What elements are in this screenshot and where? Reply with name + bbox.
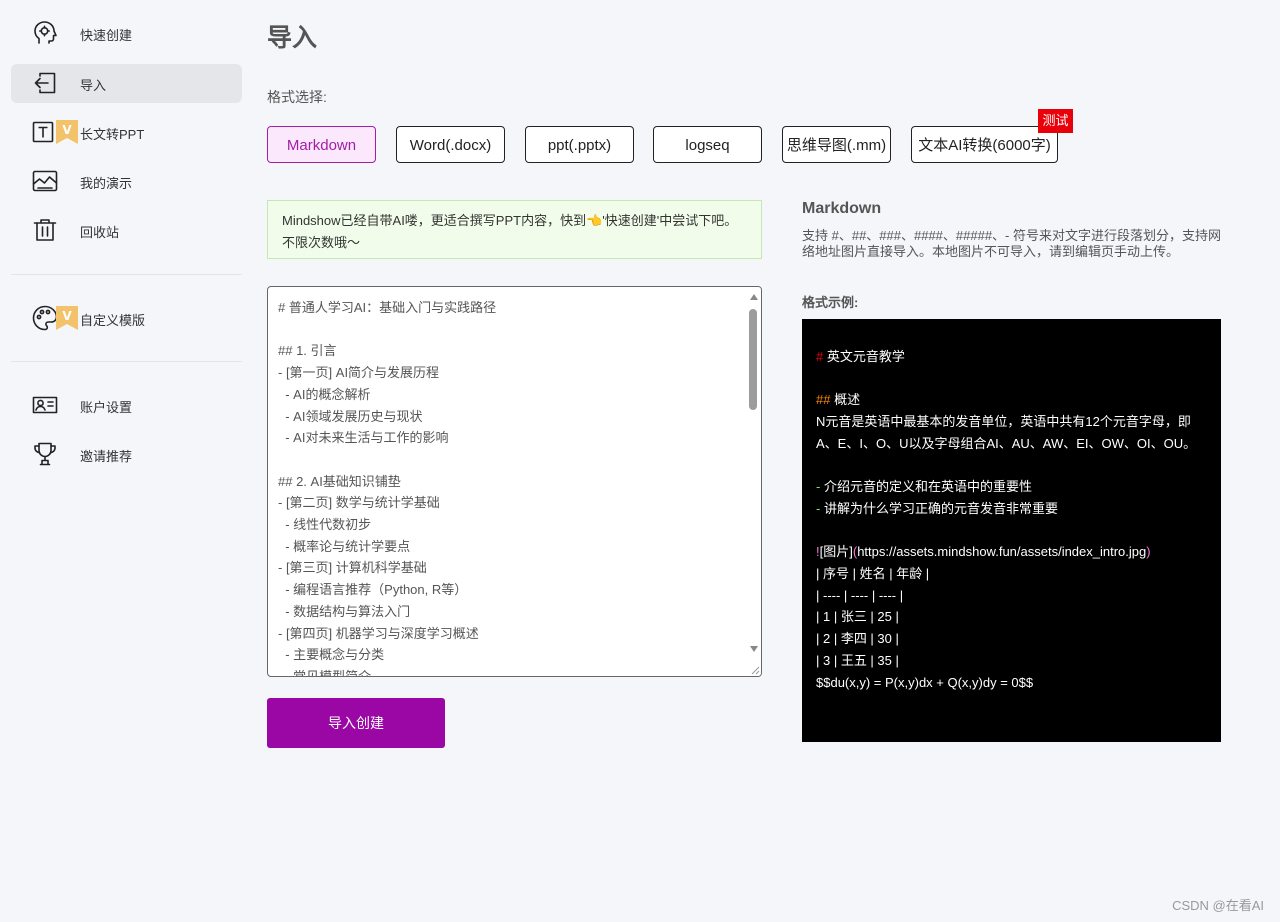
example-list-item: - 介绍元音的定义和在英语中的重要性 xyxy=(816,479,1032,495)
trophy-icon xyxy=(30,439,60,469)
help-title: Markdown xyxy=(802,200,882,217)
sidebar-item-recycle-bin[interactable]: 回收站 xyxy=(11,211,242,250)
format-mindmap-button[interactable]: 思维导图(.mm) xyxy=(782,126,891,163)
id-card-icon xyxy=(30,390,60,420)
sidebar-item-import[interactable]: 导入 xyxy=(11,64,242,103)
example-paragraph: N元音是英语中最基本的发音单位，英语中共有12个元音字母，即A、E、I、O、U以… xyxy=(816,414,1197,451)
sidebar: 快速创建 导入 V 长文转PPT 我的演示 回收站 V 自定义模版 账户设置 邀… xyxy=(0,0,254,922)
brain-head-icon xyxy=(30,18,60,48)
sidebar-item-label: 回收站 xyxy=(80,225,120,240)
format-logseq-button[interactable]: logseq xyxy=(653,126,762,163)
editor-content[interactable]: # 普通人学习AI：基础入门与实践路径 ## 1. 引言 - [第一页] AI简… xyxy=(268,287,761,676)
example-formula: $$du(x,y) = P(x,y)dx + Q(x,y)dy = 0$$ xyxy=(816,674,1034,690)
format-word-button[interactable]: Word(.docx) xyxy=(396,126,505,163)
example-table-row: | 1 | 张三 | 25 | xyxy=(816,609,899,625)
sidebar-item-label: 账户设置 xyxy=(80,400,133,415)
sidebar-item-quick-create[interactable]: 快速创建 xyxy=(11,14,242,53)
vip-badge-icon: V xyxy=(56,120,78,144)
svg-text:V: V xyxy=(62,123,72,137)
scroll-up-arrow-icon[interactable] xyxy=(750,294,758,300)
sidebar-item-invite[interactable]: 邀请推荐 xyxy=(11,435,242,474)
watermark: CSDN @在看AI xyxy=(1172,898,1264,913)
import-create-button[interactable]: 导入创建 xyxy=(267,698,445,748)
format-select-label: 格式选择: xyxy=(267,89,327,105)
import-arrow-icon xyxy=(30,68,60,98)
example-table-row: | ---- | ---- | ---- | xyxy=(816,587,904,603)
editor-scrollbar[interactable] xyxy=(747,287,761,676)
format-ai-text-button[interactable]: 文本AI转换(6000字) xyxy=(911,126,1058,163)
sidebar-item-account-settings[interactable]: 账户设置 xyxy=(11,386,242,425)
test-badge: 测试 xyxy=(1038,109,1073,133)
notice-text: Mindshow已经自带AI喽，更适合撰写PPT内容，快到 xyxy=(282,213,587,228)
vip-badge-icon: V xyxy=(56,306,78,330)
example-label: 格式示例: xyxy=(802,295,859,310)
sidebar-divider xyxy=(11,361,242,362)
example-table-row: | 2 | 李四 | 30 | xyxy=(816,631,899,647)
example-table-row: | 3 | 王五 | 35 | xyxy=(816,652,899,668)
example-list-item: - 讲解为什么学习正确的元音发音非常重要 xyxy=(816,500,1058,516)
sidebar-item-label: 导入 xyxy=(80,78,107,93)
example-h2: ## 概述 xyxy=(816,392,861,408)
example-image-link: ![图片](https://assets.mindshow.fun/assets… xyxy=(816,544,1151,560)
sidebar-divider xyxy=(11,274,242,275)
format-example-box: # 英文元音教学 ## 概述 N元音是英语中最基本的发音单位，英语中共有12个元… xyxy=(802,319,1221,742)
trash-icon xyxy=(30,215,60,245)
presentation-chart-icon xyxy=(30,166,60,196)
svg-text:V: V xyxy=(62,309,72,323)
sidebar-item-label: 快速创建 xyxy=(80,28,133,43)
scroll-thumb[interactable] xyxy=(749,309,757,410)
example-h1: # 英文元音教学 xyxy=(816,349,905,364)
sidebar-item-label: 邀请推荐 xyxy=(80,449,133,464)
sidebar-item-label: 自定义模版 xyxy=(80,313,146,328)
scroll-down-arrow-icon[interactable] xyxy=(750,646,758,652)
sidebar-item-label: 长文转PPT xyxy=(80,127,145,142)
sidebar-item-label: 我的演示 xyxy=(80,176,133,191)
resize-grip-icon[interactable] xyxy=(750,665,760,675)
help-description: 支持 #、##、###、####、#####、- 符号来对文字进行段落划分，支持… xyxy=(802,228,1222,259)
pointing-hand-icon: 👈 xyxy=(586,213,603,228)
page-title: 导入 xyxy=(267,24,318,52)
format-pptx-button[interactable]: ppt(.pptx) xyxy=(525,126,634,163)
example-table-row: | 序号 | 姓名 | 年龄 | xyxy=(816,565,930,581)
sidebar-item-long-text-to-ppt[interactable]: V 长文转PPT xyxy=(11,113,242,152)
markdown-editor[interactable]: # 普通人学习AI：基础入门与实践路径 ## 1. 引言 - [第一页] AI简… xyxy=(267,286,762,677)
sidebar-item-my-presentations[interactable]: 我的演示 xyxy=(11,162,242,201)
ai-notice-banner: Mindshow已经自带AI喽，更适合撰写PPT内容，快到👈'快速创建'中尝试下… xyxy=(267,200,762,259)
sidebar-item-custom-template[interactable]: V 自定义模版 xyxy=(11,299,242,338)
format-markdown-button[interactable]: Markdown xyxy=(267,126,376,163)
